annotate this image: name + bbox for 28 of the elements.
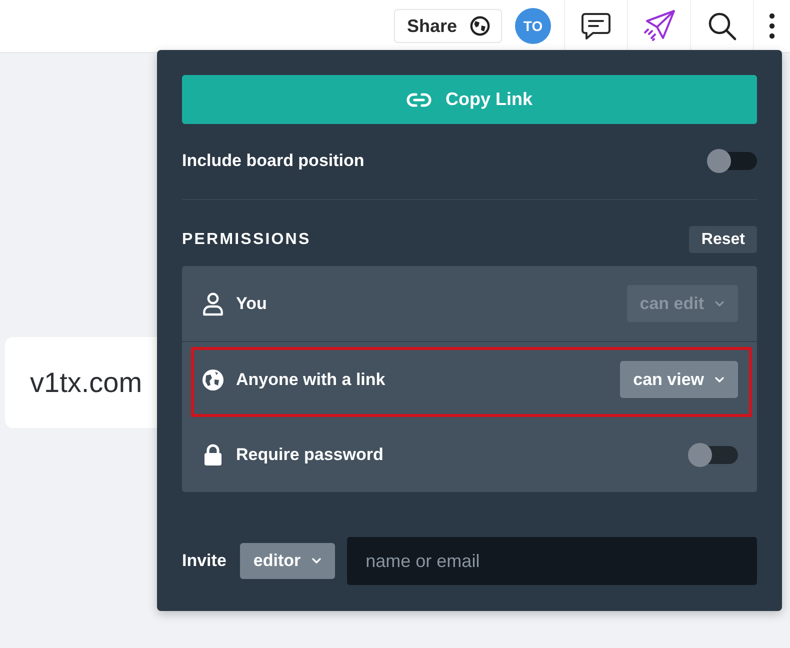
user-avatar[interactable]: TO	[515, 8, 551, 44]
person-icon	[202, 292, 224, 316]
globe-icon	[202, 368, 224, 390]
search-icon[interactable]	[707, 11, 737, 41]
globe-icon	[470, 16, 490, 36]
link-icon	[406, 92, 432, 108]
chevron-down-icon	[715, 376, 724, 382]
section-heading: PERMISSIONS	[182, 230, 311, 248]
lock-icon	[203, 444, 223, 466]
card-text: v1tx.com	[30, 366, 142, 398]
invite-input[interactable]: name or email	[346, 537, 757, 585]
permission-label: Anyone with a link	[236, 370, 386, 390]
chevron-down-icon	[715, 300, 724, 306]
include-board-position-label: Include board position	[182, 151, 364, 171]
permission-label: You	[236, 294, 267, 314]
permission-label: Require password	[236, 444, 384, 464]
invite-label: Invite	[182, 551, 226, 571]
toggle-switch[interactable]	[688, 442, 738, 468]
comment-icon[interactable]	[581, 12, 611, 40]
chevron-down-icon	[312, 558, 321, 564]
role-dropdown[interactable]: editor	[240, 543, 335, 579]
more-menu-icon[interactable]	[769, 13, 775, 39]
access-dropdown[interactable]: can view	[620, 361, 738, 398]
copy-link-button[interactable]: Copy Link	[182, 75, 757, 124]
paper-plane-icon[interactable]	[642, 9, 676, 43]
share-button[interactable]: Share	[394, 9, 502, 43]
toggle-switch[interactable]	[707, 148, 757, 174]
reset-button[interactable]: Reset	[689, 226, 757, 253]
